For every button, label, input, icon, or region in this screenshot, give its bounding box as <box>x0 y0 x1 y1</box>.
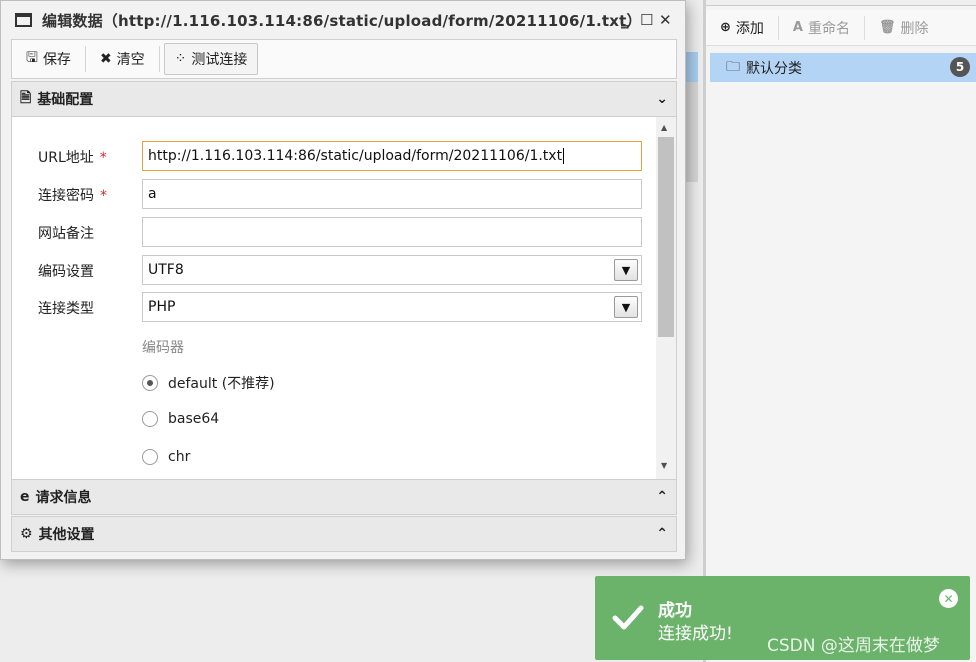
rename-label: 重命名 <box>807 20 850 37</box>
dialog-titlebar[interactable]: 编辑数据（http://1.116.103.114:86/static/uplo… <box>1 1 685 39</box>
encoder-option-chr[interactable]: chr <box>142 449 190 465</box>
trash-icon: 🗑 <box>878 20 896 35</box>
close-icon[interactable]: ✕ <box>939 589 958 608</box>
basic-config-form: URL地址 * http://1.116.103.114:86/static/up… <box>11 117 677 479</box>
password-input[interactable]: a <box>142 179 642 209</box>
save-button[interactable]: 🖫 保存 <box>16 43 81 75</box>
text-caret <box>563 148 565 164</box>
minimize-button[interactable]: ‗ <box>621 11 629 29</box>
font-icon: A <box>792 20 803 35</box>
radio-icon[interactable] <box>142 411 158 427</box>
type-value: PHP <box>148 299 176 315</box>
add-category-button[interactable]: ⊕ 添加 <box>706 15 779 40</box>
chevron-up-icon: ⌃ <box>656 526 668 542</box>
category-panel: ⊕ 添加 A 重命名 🗑 删除 🗀 默认分类 5 <box>706 0 976 662</box>
url-value: http://1.116.103.114:86/static/upload/fo… <box>148 148 563 164</box>
password-label: 连接密码 * <box>38 188 107 204</box>
close-x-icon: ✖ <box>99 51 112 67</box>
edit-data-dialog: 编辑数据（http://1.116.103.114:86/static/uplo… <box>0 0 686 560</box>
toolbar-divider <box>84 46 86 72</box>
checkmark-icon <box>612 605 644 630</box>
background-row <box>686 82 698 182</box>
chevron-up-icon: ⌃ <box>656 489 668 505</box>
gears-icon: ⚙ <box>20 526 33 542</box>
ie-icon: e <box>20 489 30 505</box>
basic-config-title: 基础配置 <box>37 92 94 108</box>
category-label: 默认分类 <box>746 60 802 77</box>
type-select[interactable]: PHP ▼ <box>142 292 642 322</box>
toast-message: 连接成功! <box>658 624 733 644</box>
encoder-option-label: default (不推荐) <box>168 376 275 392</box>
encoding-label: 编码设置 <box>38 264 94 280</box>
toast-title: 成功 <box>658 601 692 621</box>
encoding-value: UTF8 <box>148 262 184 278</box>
rename-category-button[interactable]: A 重命名 <box>779 15 865 40</box>
request-info-header[interactable]: e 请求信息 ⌃ <box>11 479 677 515</box>
scroll-thumb[interactable] <box>658 137 674 337</box>
chevron-down-icon[interactable]: ▼ <box>614 296 638 318</box>
spinner-icon: ⁘ <box>174 51 187 67</box>
category-count-badge: 5 <box>950 57 970 77</box>
encoder-label: 编码器 <box>142 340 184 356</box>
other-settings-header[interactable]: ⚙ 其他设置 ⌃ <box>11 516 677 552</box>
folder-icon: 🗀 <box>726 58 740 75</box>
note-input[interactable] <box>142 217 642 247</box>
dialog-title: 编辑数据（http://1.116.103.114:86/static/uplo… <box>42 11 642 30</box>
radio-selected-icon[interactable] <box>142 375 158 391</box>
basic-config-header[interactable]: 🗎 基础配置 ⌄ <box>11 81 677 117</box>
radio-icon[interactable] <box>142 449 158 465</box>
category-item-default[interactable]: 🗀 默认分类 5 <box>710 53 976 82</box>
plus-circle-icon: ⊕ <box>720 20 731 35</box>
url-input[interactable]: http://1.116.103.114:86/static/upload/fo… <box>142 141 642 171</box>
file-text-icon: 🗎 <box>20 90 32 106</box>
close-button[interactable]: ✕ <box>659 11 672 29</box>
request-info-title: 请求信息 <box>35 490 92 506</box>
dialog-toolbar: 🖫 保存 ✖ 清空 ⁘ 测试连接 <box>11 39 677 79</box>
encoder-option-label: base64 <box>168 411 220 427</box>
save-icon: 🖫 <box>26 50 38 66</box>
delete-category-button[interactable]: 🗑 删除 <box>865 16 943 40</box>
test-label: 测试连接 <box>191 52 248 68</box>
window-icon <box>15 13 32 27</box>
save-label: 保存 <box>42 52 71 68</box>
form-scrollbar[interactable]: ▲ ▼ <box>656 117 676 479</box>
password-value: a <box>148 186 157 202</box>
clear-button[interactable]: ✖ 清空 <box>90 43 155 75</box>
add-label: 添加 <box>735 20 764 37</box>
chevron-down-icon[interactable]: ▼ <box>614 259 638 281</box>
encoder-option-base64[interactable]: base64 <box>142 411 219 427</box>
url-label: URL地址 * <box>38 150 107 166</box>
maximize-button[interactable]: ☐ <box>640 11 653 29</box>
type-label: 连接类型 <box>38 301 94 317</box>
clear-label: 清空 <box>116 52 145 68</box>
scroll-down-icon[interactable]: ▼ <box>661 461 667 470</box>
delete-label: 删除 <box>900 20 929 37</box>
toolbar-divider <box>158 46 160 72</box>
other-settings-title: 其他设置 <box>38 527 95 543</box>
note-label: 网站备注 <box>38 226 94 242</box>
background-selected-row <box>686 52 698 82</box>
watermark: CSDN @这周末在做梦 <box>767 636 940 656</box>
panel-header <box>706 0 976 6</box>
category-toolbar: ⊕ 添加 A 重命名 🗑 删除 <box>706 10 976 46</box>
encoder-option-label: chr <box>168 449 191 465</box>
scroll-up-icon[interactable]: ▲ <box>661 123 667 132</box>
test-connection-button[interactable]: ⁘ 测试连接 <box>163 43 259 75</box>
encoding-select[interactable]: UTF8 ▼ <box>142 255 642 285</box>
chevron-down-icon: ⌄ <box>656 91 668 107</box>
encoder-option-default[interactable]: default (不推荐) <box>142 373 275 393</box>
